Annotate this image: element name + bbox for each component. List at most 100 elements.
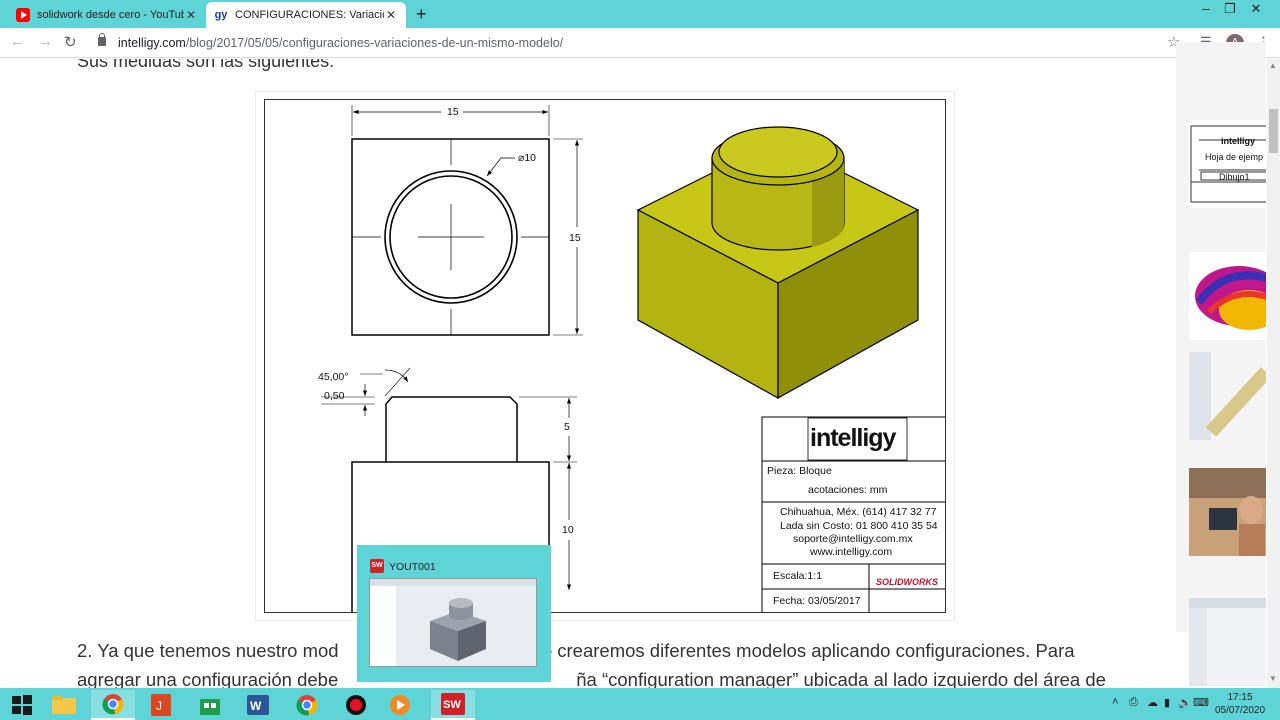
solidworks-screen-thumbnail-svg (1189, 598, 1266, 686)
battery-icon[interactable]: ▮ (1164, 696, 1170, 709)
tab-youtube[interactable]: solidwork desde cero - YouTube ✕ (8, 2, 206, 28)
scroll-thumb[interactable] (1269, 109, 1278, 153)
units-label: acotaciones: mm (808, 484, 888, 496)
scroll-up-icon[interactable]: ▲ (1269, 61, 1277, 70)
helmet-thumbnail[interactable] (1189, 252, 1266, 340)
svg-text:J: J (156, 699, 162, 713)
body-line-1a: 2. Ya que tenemos nuestro mod (77, 640, 339, 661)
word-icon[interactable]: W (236, 690, 280, 720)
dim-angle: 45,00° (318, 371, 349, 383)
tab-intelligy[interactable]: gy CONFIGURACIONES: Variaciones de un mi… (206, 2, 406, 28)
network-status-icon[interactable]: ⎙ (1129, 696, 1138, 709)
chrome-profile-svg (296, 695, 318, 716)
close-window-button[interactable]: ✕ (1243, 0, 1269, 24)
body-paragraph: 2. Ya que tenemos nuestro mod so crearemo… (77, 636, 1132, 688)
keyboard-icon[interactable]: ⌨ (1193, 696, 1209, 709)
new-tab-button[interactable]: + (416, 4, 427, 25)
contact-web: www.intelligy.com (810, 546, 893, 558)
helmet-thumbnail-svg (1195, 266, 1266, 330)
system-clock[interactable]: 17:15 05/07/2020 (1210, 691, 1270, 717)
maximize-button[interactable]: ❐ (1217, 0, 1243, 24)
preview-thumbnail[interactable] (369, 578, 537, 667)
svg-text:SW: SW (443, 699, 461, 711)
solidworks-icon[interactable]: SW (431, 690, 475, 720)
reload-icon[interactable]: ↻ (64, 33, 77, 51)
date-label: Fecha: 03/05/2017 (773, 595, 861, 607)
media-player-icon[interactable] (378, 690, 422, 720)
url-path: /blog/2017/05/05/configuraciones-variaci… (185, 36, 564, 50)
tab-strip: solidwork desde cero - YouTube ✕ gy CONF… (0, 0, 1280, 28)
acrobat-svg: J (151, 694, 171, 716)
scroll-down-icon[interactable]: ▼ (1269, 674, 1277, 683)
office-photo-thumbnail[interactable] (1189, 468, 1266, 556)
dim-diameter: ⌀10 (518, 152, 537, 164)
back-arrow-icon[interactable]: ← (10, 33, 25, 50)
tab-title: solidwork desde cero - YouTube (37, 9, 184, 21)
solidworks-svg: SW (441, 693, 465, 715)
top-view (351, 105, 583, 336)
tab-close-icon[interactable]: ✕ (384, 8, 398, 22)
thumb-drawing: Dibujo1 (1219, 172, 1250, 182)
page-content: Sus medidas son las siguientes: 15 15 ⌀1… (0, 59, 1280, 688)
recorder-svg (346, 695, 366, 715)
dim-top-width: 15 (447, 106, 459, 118)
windows-start-icon[interactable] (0, 690, 44, 720)
thumb-logo: intelligy (1221, 136, 1256, 146)
solidworks-ui-thumbnail-svg (1189, 352, 1266, 440)
scrollbar[interactable]: ▲ ▼ (1267, 59, 1280, 688)
taskbar-window-preview[interactable]: SW YOUT001 (357, 545, 551, 682)
url-host: intelligy.com (118, 36, 186, 50)
solidworks-screen-thumbnail[interactable] (1189, 598, 1266, 686)
youtube-icon (16, 8, 30, 22)
chrome-svg (102, 694, 124, 715)
contact-email: soporte@intelligy.com.mx (793, 533, 913, 545)
preview-thumbnail-svg (370, 579, 536, 666)
tray-chevron-icon[interactable]: ˄ (1112, 696, 1118, 708)
scale-label: Escala:1:1 (773, 570, 823, 582)
piece-label: Pieza: Bloque (767, 465, 832, 477)
file-explorer-icon[interactable] (42, 690, 86, 720)
solidworks-icon: SW (370, 559, 384, 573)
chrome-profile-icon[interactable] (285, 690, 329, 720)
drawing-sheet-thumbnail-svg (1190, 125, 1266, 203)
drawing-sheet-thumbnail[interactable]: intelligy Hoja de ejemp Dibujo1 (1189, 120, 1266, 208)
store-icon[interactable] (188, 690, 232, 720)
screen-recorder-icon[interactable] (334, 690, 378, 720)
store-svg (200, 699, 220, 715)
tab-close-icon[interactable]: ✕ (184, 8, 198, 22)
dim-top-height: 15 (569, 232, 581, 244)
drawing-sheet: 15 15 ⌀10 45,00° 0,50 5 10 intelligy Pie… (264, 99, 946, 613)
intro-paragraph: Sus medidas son las siguientes: (77, 59, 335, 71)
dim-block-height: 10 (562, 524, 574, 536)
chrome-icon[interactable] (91, 690, 135, 720)
body-line-1b: so crearemos diferentes modelos aplicand… (532, 640, 1075, 661)
address-bar[interactable]: intelligy.com/blog/2017/05/05/configurac… (118, 36, 563, 50)
word-svg: W (247, 695, 269, 715)
media-player-svg (390, 695, 410, 715)
onedrive-icon[interactable]: ☁ (1147, 696, 1158, 709)
intelligy-gy-icon: gy (214, 9, 228, 21)
contact-tollfree: Lada sin Costo: 01 800 410 35 54 (780, 520, 938, 532)
dim-boss-height: 5 (564, 421, 570, 433)
thumb-sheet: Hoja de ejemp (1205, 152, 1264, 162)
solidworks-logo: SOLIDWORKS (876, 577, 938, 587)
solidworks-ui-thumbnail[interactable] (1189, 352, 1266, 440)
dim-chamfer: 0,50 (324, 390, 345, 402)
clock-date: 05/07/2020 (1214, 705, 1266, 716)
body-line-2a: agregar una configuración debe (77, 669, 339, 688)
lock-icon[interactable] (98, 33, 106, 46)
tab-title: CONFIGURACIONES: Variaciones de un mismo… (235, 9, 384, 21)
drawing-image: 15 15 ⌀10 45,00° 0,50 5 10 intelligy Pie… (256, 92, 954, 620)
isometric-part (636, 126, 920, 400)
body-line-2b: ña “configuration manager” ubicada al la… (576, 669, 1106, 688)
minimize-button[interactable]: – (1193, 0, 1219, 24)
acrobat-icon[interactable]: J (139, 690, 183, 720)
browser-toolbar: ← → ↻ intelligy.com/blog/2017/05/05/conf… (0, 28, 1280, 58)
forward-arrow-icon[interactable]: → (38, 33, 53, 50)
contact-phone: Chihuahua, Méx. (614) 417 32 77 (780, 506, 937, 518)
office-photo-thumbnail-svg (1189, 468, 1266, 556)
related-posts-sidebar: intelligy Hoja de ejemp Dibujo1 (1176, 42, 1266, 686)
clock-time: 17:15 (1227, 692, 1253, 703)
volume-icon[interactable]: 🔈 (1178, 696, 1192, 709)
svg-text:W: W (250, 699, 262, 713)
